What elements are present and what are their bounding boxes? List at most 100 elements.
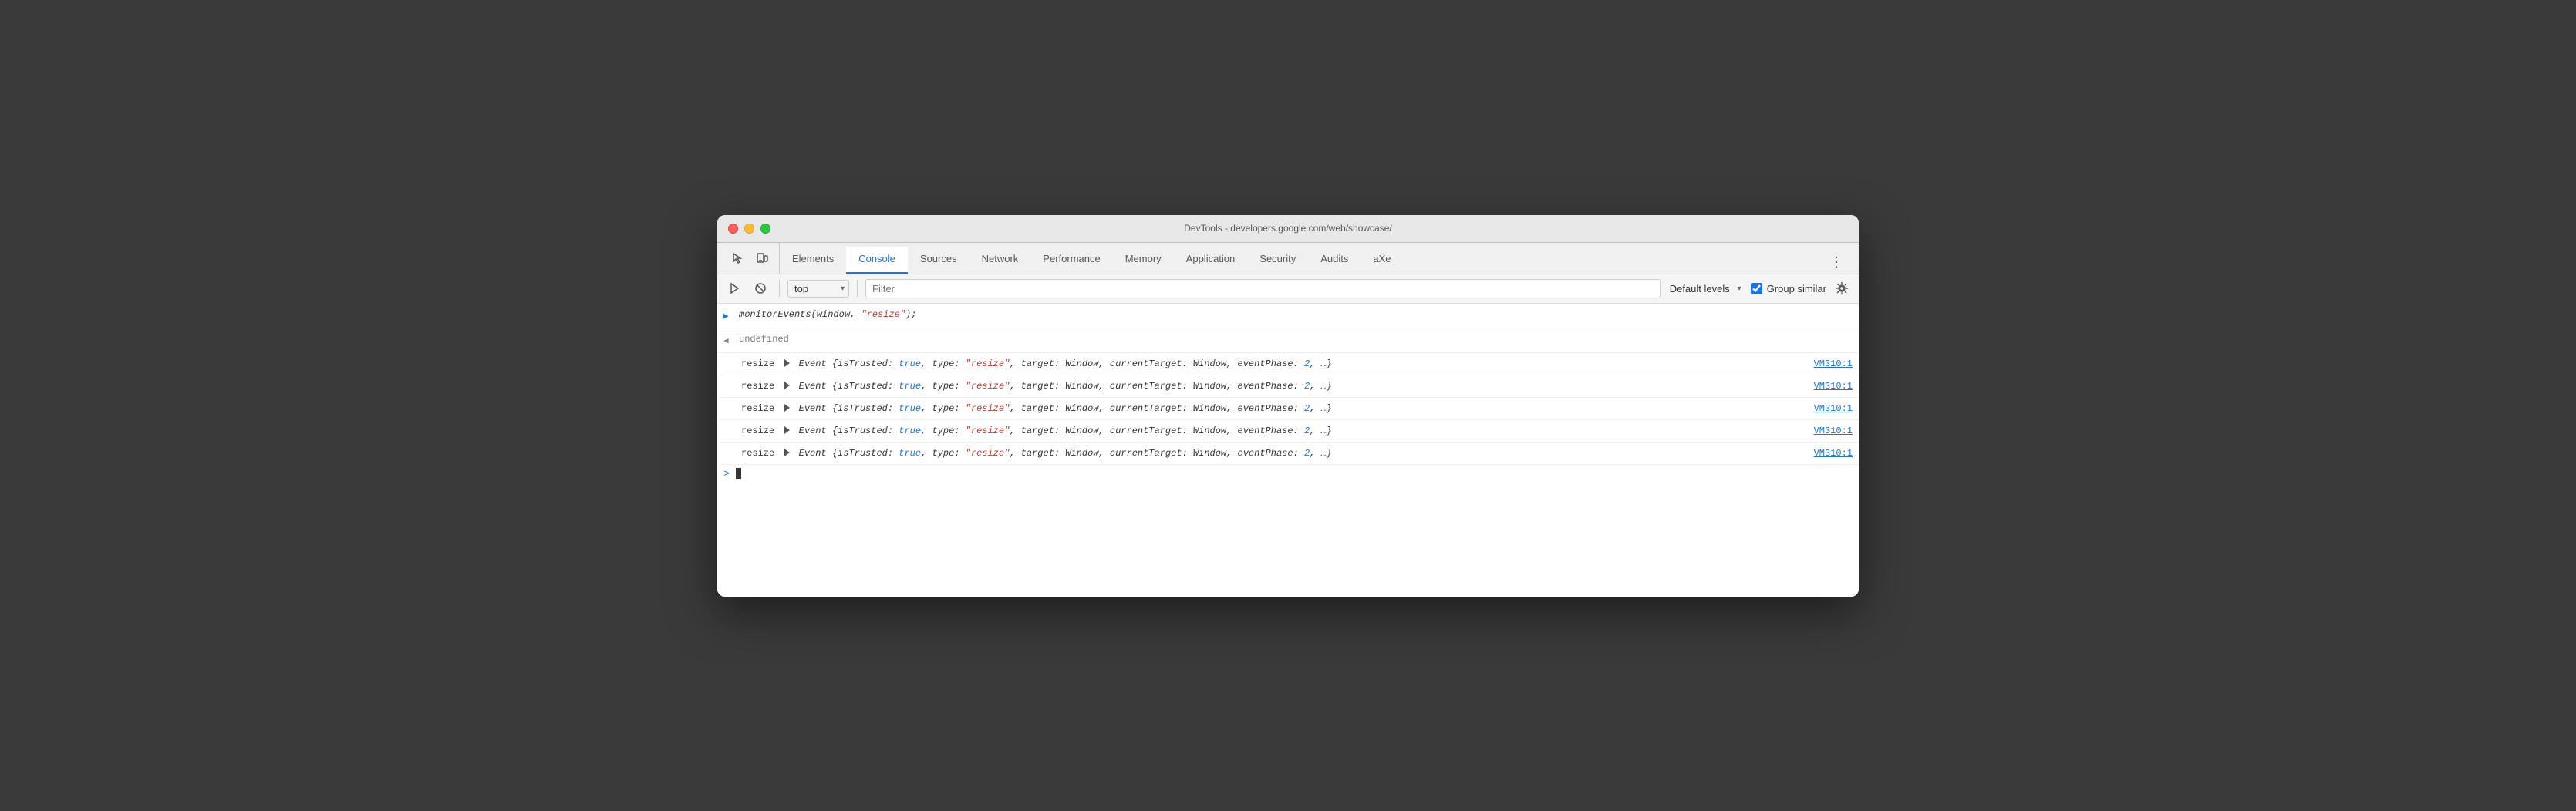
event-source-5[interactable]: VM310:1 — [1814, 445, 1853, 462]
console-active-input-row[interactable]: > — [717, 465, 1859, 483]
event-type-val: "resize" — [966, 448, 1010, 459]
tab-performance[interactable]: Performance — [1030, 247, 1112, 274]
event-object: Event {isTrusted: — [799, 448, 899, 459]
event-end: , …} — [1310, 426, 1332, 436]
event-type-label: , type: — [921, 358, 966, 369]
more-tabs-button[interactable]: ⋮ — [1823, 251, 1849, 274]
settings-button[interactable] — [1831, 278, 1853, 299]
console-undefined-row: ◀ undefined — [717, 328, 1859, 353]
event-trusted: true — [899, 381, 921, 392]
table-row: resize Event {isTrusted: true, type: "re… — [717, 375, 1859, 398]
event-rest: , target: Window, currentTarget: Window,… — [1010, 426, 1304, 436]
console-toolbar: top ▾ Default levels Verbose Info Warnin… — [717, 274, 1859, 304]
console-input-content: monitorEvents(window, "resize"); — [739, 306, 1853, 323]
event-type-label: , type: — [921, 448, 966, 459]
console-prompt: > — [723, 468, 730, 480]
expand-arrow[interactable] — [784, 449, 790, 456]
table-row: resize Event {isTrusted: true, type: "re… — [717, 398, 1859, 420]
tab-memory[interactable]: Memory — [1113, 247, 1174, 274]
event-type-label: , type: — [921, 426, 966, 436]
row-indent — [726, 355, 741, 358]
table-row: resize Event {isTrusted: true, type: "re… — [717, 443, 1859, 465]
tab-network[interactable]: Network — [969, 247, 1031, 274]
tabs-bar: Elements Console Sources Network Perform… — [717, 243, 1859, 274]
console-cursor — [736, 468, 741, 479]
context-selector-wrapper: top ▾ — [787, 280, 849, 298]
event-rest: , target: Window, currentTarget: Window,… — [1010, 448, 1304, 459]
levels-selector[interactable]: Default levels Verbose Info Warnings Err… — [1665, 281, 1746, 297]
event-label: resize — [741, 381, 774, 392]
event-rest: , target: Window, currentTarget: Window,… — [1010, 403, 1304, 414]
event-rest: , target: Window, currentTarget: Window,… — [1010, 358, 1304, 369]
traffic-lights — [728, 224, 770, 234]
undefined-text: undefined — [739, 331, 1853, 348]
event-type-val: "resize" — [966, 381, 1010, 392]
event-trusted: true — [899, 426, 921, 436]
command-string: "resize" — [861, 309, 905, 320]
window-title: DevTools - developers.google.com/web/sho… — [1184, 223, 1391, 234]
event-content: resize Event {isTrusted: true, type: "re… — [741, 400, 1805, 417]
event-object: Event {isTrusted: — [799, 358, 899, 369]
event-object: Event {isTrusted: — [799, 381, 899, 392]
event-label: resize — [741, 358, 774, 369]
tab-console[interactable]: Console — [846, 247, 908, 274]
event-rest: , target: Window, currentTarget: Window,… — [1010, 381, 1304, 392]
expand-arrow[interactable] — [784, 404, 790, 412]
minimize-button[interactable] — [744, 224, 754, 234]
command-end: ); — [905, 309, 916, 320]
console-input-row: ▶ monitorEvents(window, "resize"); — [717, 304, 1859, 328]
group-similar-label: Group similar — [1767, 283, 1826, 294]
table-row: resize Event {isTrusted: true, type: "re… — [717, 420, 1859, 443]
event-label: resize — [741, 448, 774, 459]
tab-axe[interactable]: aXe — [1360, 247, 1403, 274]
clear-console-button[interactable] — [723, 278, 745, 299]
event-source-2[interactable]: VM310:1 — [1814, 378, 1853, 395]
event-type-val: "resize" — [966, 403, 1010, 414]
tab-sources[interactable]: Sources — [908, 247, 969, 274]
stop-icon — [754, 282, 767, 294]
event-end: , …} — [1310, 403, 1332, 414]
tabs-right: ⋮ — [1814, 251, 1859, 274]
row-indent — [726, 378, 741, 380]
event-end: , …} — [1310, 448, 1332, 459]
event-type-val: "resize" — [966, 426, 1010, 436]
group-similar-wrapper: Group similar — [1751, 283, 1826, 294]
stop-button[interactable] — [750, 278, 771, 299]
expand-arrow[interactable] — [784, 382, 790, 389]
gear-icon — [1835, 281, 1849, 295]
device-toolbar-button[interactable] — [751, 247, 773, 269]
event-label: resize — [741, 403, 774, 414]
event-content: resize Event {isTrusted: true, type: "re… — [741, 378, 1805, 395]
tab-audits[interactable]: Audits — [1308, 247, 1360, 274]
tab-security[interactable]: Security — [1247, 247, 1308, 274]
nav-tabs: Elements Console Sources Network Perform… — [780, 246, 1814, 274]
levels-selector-wrapper: Default levels Verbose Info Warnings Err… — [1665, 281, 1746, 297]
close-button[interactable] — [728, 224, 738, 234]
output-arrow: ◀ — [723, 331, 739, 350]
tab-application[interactable]: Application — [1174, 247, 1248, 274]
event-end: , …} — [1310, 358, 1332, 369]
expand-arrow[interactable] — [784, 359, 790, 367]
event-source-1[interactable]: VM310:1 — [1814, 355, 1853, 372]
console-area: ▶ monitorEvents(window, "resize"); ◀ und… — [717, 304, 1859, 597]
expand-arrow[interactable] — [784, 426, 790, 434]
event-content: resize Event {isTrusted: true, type: "re… — [741, 422, 1805, 439]
event-type-label: , type: — [921, 403, 966, 414]
event-content: resize Event {isTrusted: true, type: "re… — [741, 355, 1805, 372]
context-selector[interactable]: top — [787, 280, 849, 298]
event-end: , …} — [1310, 381, 1332, 392]
cursor-icon — [731, 252, 743, 264]
row-indent — [726, 422, 741, 425]
command-text: monitorEvents(window, — [739, 309, 861, 320]
filter-input[interactable] — [865, 279, 1661, 298]
row-indent — [726, 400, 741, 402]
toolbar-divider-2 — [857, 280, 858, 297]
event-source-3[interactable]: VM310:1 — [1814, 400, 1853, 417]
inspect-element-button[interactable] — [727, 247, 748, 269]
group-similar-checkbox[interactable] — [1751, 283, 1762, 294]
maximize-button[interactable] — [760, 224, 770, 234]
tab-elements[interactable]: Elements — [780, 247, 846, 274]
devtools-window: DevTools - developers.google.com/web/sho… — [717, 215, 1859, 597]
event-source-4[interactable]: VM310:1 — [1814, 422, 1853, 439]
table-row: resize Event {isTrusted: true, type: "re… — [717, 353, 1859, 375]
